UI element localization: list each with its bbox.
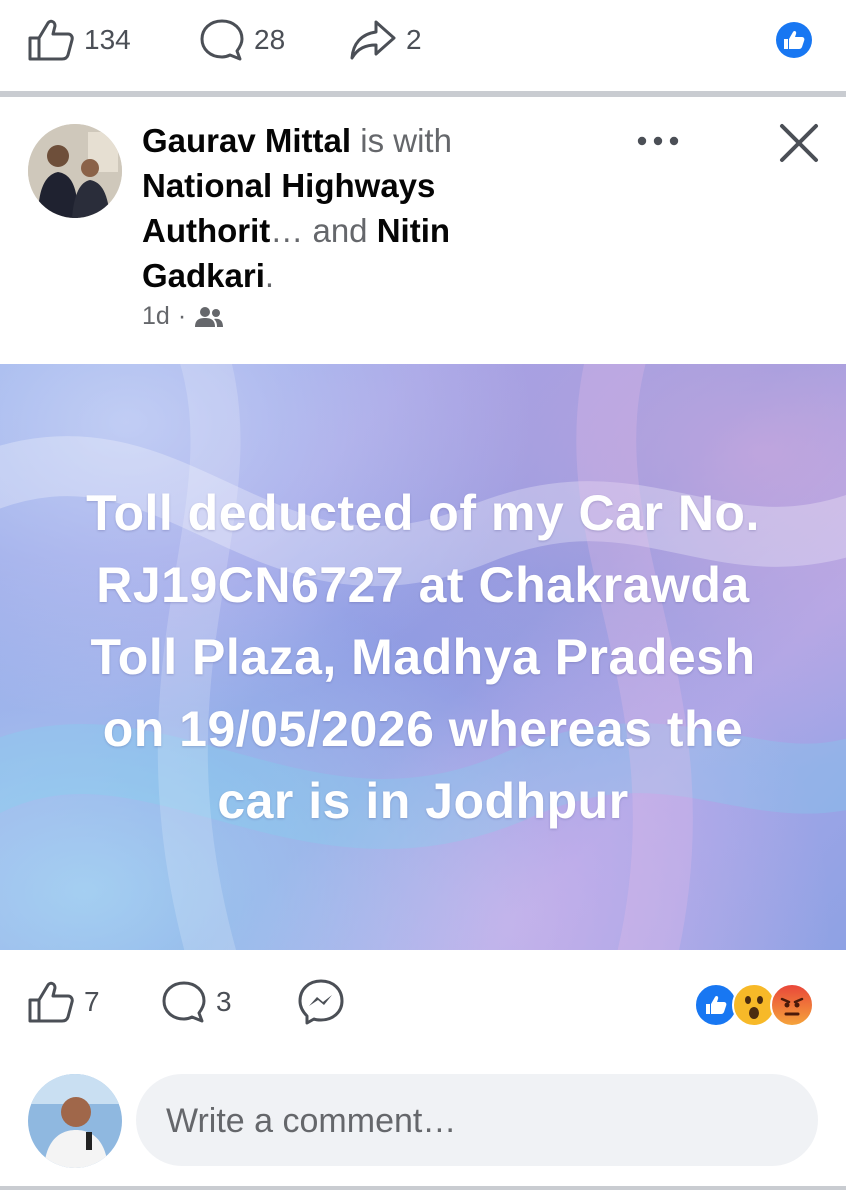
- user-avatar[interactable]: [28, 1074, 122, 1168]
- post-body-text: Toll deducted of my Car No. RJ19CN6727 a…: [86, 485, 760, 829]
- post-background: Toll deducted of my Car No. RJ19CN6727 a…: [0, 364, 846, 950]
- comment-button[interactable]: 28: [198, 17, 285, 63]
- post-meta: 1d ·: [142, 302, 224, 331]
- like-button[interactable]: 134: [26, 18, 131, 62]
- more-options-button[interactable]: [634, 126, 682, 161]
- author-name[interactable]: Gaurav Mittal: [142, 122, 351, 159]
- reaction-summary[interactable]: [694, 983, 814, 1027]
- post-like-button[interactable]: 7: [26, 980, 100, 1024]
- author-avatar[interactable]: [28, 124, 122, 218]
- meta-separator: ·: [177, 302, 187, 330]
- comment-icon: [200, 19, 244, 61]
- hide-post-button[interactable]: [776, 120, 822, 171]
- like-reaction-icon: [776, 22, 812, 58]
- comment-icon: [162, 981, 206, 1023]
- comment-count: 28: [254, 24, 286, 55]
- top-action-bar: 134 28 2: [0, 0, 846, 80]
- close-icon: [780, 124, 818, 162]
- bottom-divider: [0, 1186, 846, 1190]
- post-text-container: Toll deducted of my Car No. RJ19CN6727 a…: [0, 364, 846, 950]
- send-messenger-button[interactable]: [296, 977, 346, 1027]
- ellipsis: …: [270, 212, 304, 249]
- share-count: 2: [406, 24, 422, 55]
- angry-reaction-icon: [770, 983, 814, 1027]
- messenger-icon: [298, 979, 344, 1025]
- more-icon: [637, 136, 679, 146]
- with-text: is with: [360, 122, 452, 159]
- bottom-action-bar: 7 3: [0, 962, 846, 1042]
- post-like-count: 7: [84, 986, 100, 1017]
- thumbs-up-icon: [28, 981, 74, 1023]
- friends-icon: [195, 306, 224, 327]
- post-comment-button[interactable]: 3: [160, 979, 232, 1025]
- and-text: and: [312, 212, 368, 249]
- post-comment-count: 3: [216, 986, 232, 1017]
- period: .: [264, 257, 275, 294]
- post-divider: [0, 91, 846, 97]
- comment-input[interactable]: Write a comment…: [136, 1074, 818, 1166]
- post-header-text: Gaurav Mittal is with National Highways …: [142, 118, 562, 298]
- share-button[interactable]: 2: [348, 18, 422, 62]
- post-time[interactable]: 1d: [142, 302, 170, 331]
- comment-placeholder: Write a comment…: [166, 1102, 457, 1140]
- thumbs-up-icon: [28, 19, 74, 61]
- share-icon: [350, 20, 396, 60]
- like-count: 134: [84, 24, 131, 55]
